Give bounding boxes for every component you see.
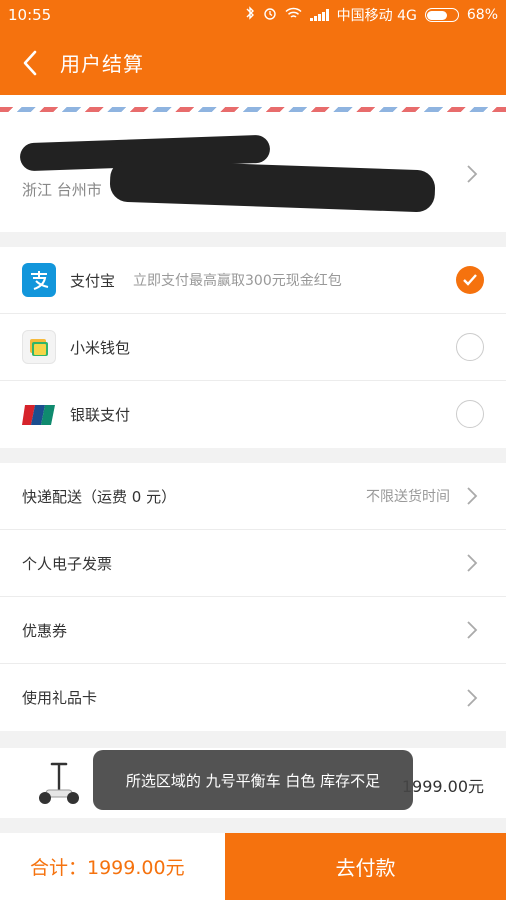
battery-icon	[424, 8, 459, 22]
chevron-right-icon	[467, 487, 478, 505]
chevron-right-icon	[467, 688, 478, 707]
delivery-time: 不限送货时间	[366, 489, 450, 505]
address-city: 浙江 台州市	[22, 181, 102, 199]
wifi-icon	[285, 7, 302, 24]
status-bar: 10:55 中国移动 4G 68%	[0, 0, 506, 30]
balance-scooter-thumbnail	[38, 760, 80, 810]
alipay-icon	[22, 263, 56, 297]
address-card[interactable]: 浙江 台州市	[0, 117, 506, 232]
signal-icon	[309, 9, 329, 21]
battery-percent: 68%	[466, 7, 498, 23]
page-title: 用户结算	[60, 52, 144, 76]
alipay-label: 支付宝	[70, 271, 116, 290]
order-options: 快递配送（运费 0 元） 不限送货时间 个人电子发票 优惠券 使用礼品卡	[0, 463, 506, 731]
unionpay-label: 银联支付	[70, 406, 131, 424]
gift-card-label: 使用礼品卡	[22, 689, 98, 707]
invoice-label: 个人电子发票	[22, 554, 113, 573]
bluetooth-icon	[245, 6, 255, 24]
carrier-label: 中国移动 4G	[336, 8, 417, 24]
envelope-border	[0, 95, 506, 117]
payment-alipay[interactable]: 支付宝 立即支付最高赢取300元现金红包	[0, 247, 506, 314]
back-button[interactable]	[0, 30, 60, 95]
checkmark-icon	[463, 274, 477, 286]
coupon-label: 优惠券	[22, 621, 68, 640]
chevron-right-icon	[467, 165, 478, 183]
delivery-option[interactable]: 快递配送（运费 0 元） 不限送货时间	[0, 463, 506, 530]
order-total: 合计：1999.00元	[0, 833, 225, 900]
unionpay-radio[interactable]	[456, 400, 484, 428]
chevron-right-icon	[467, 621, 478, 639]
checkout-bar: 合计：1999.00元 去付款	[0, 833, 506, 900]
alipay-promo: 立即支付最高赢取300元现金红包	[133, 273, 342, 289]
mi-wallet-icon	[22, 330, 56, 364]
chevron-right-icon	[467, 554, 478, 572]
alarm-icon	[263, 6, 277, 24]
payment-section: 支付宝 立即支付最高赢取300元现金红包 小米钱包 银联支付	[0, 247, 506, 448]
back-arrow-icon	[23, 50, 37, 75]
stock-toast: 所选区域的 九号平衡车 白色 库存不足	[93, 750, 413, 810]
redacted-address	[109, 159, 436, 213]
delivery-label: 快递配送（运费 0 元）	[22, 487, 177, 506]
pay-button[interactable]: 去付款	[225, 833, 506, 900]
coupon-option[interactable]: 优惠券	[0, 597, 506, 664]
gift-card-option[interactable]: 使用礼品卡	[0, 664, 506, 731]
title-bar: 用户结算	[0, 30, 506, 95]
unionpay-icon	[22, 397, 56, 432]
payment-unionpay[interactable]: 银联支付	[0, 381, 506, 448]
payment-mi-wallet[interactable]: 小米钱包	[0, 314, 506, 381]
product-price: 1999.00元	[401, 777, 484, 796]
mi-wallet-radio[interactable]	[456, 333, 484, 361]
invoice-option[interactable]: 个人电子发票	[0, 530, 506, 597]
status-time: 10:55	[8, 6, 52, 24]
mi-wallet-label: 小米钱包	[70, 338, 131, 357]
alipay-radio-checked[interactable]	[456, 266, 484, 294]
